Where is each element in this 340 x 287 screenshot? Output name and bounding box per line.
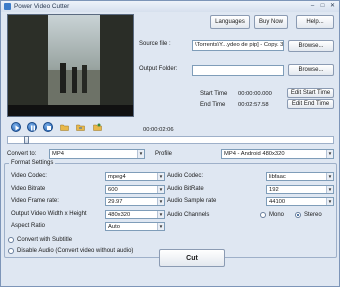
stereo-radio[interactable] xyxy=(295,212,301,218)
close-button[interactable]: ✕ xyxy=(328,2,337,10)
convert-to-select[interactable]: MP4 ▼ xyxy=(49,149,145,159)
audio-codec-value: libfaac xyxy=(269,174,286,180)
video-codec-value: mpeg4 xyxy=(108,174,126,180)
video-size-label: Output Video Width x Height xyxy=(11,211,87,217)
video-preview xyxy=(7,14,134,117)
aspect-ratio-label: Aspect Ratio xyxy=(11,223,46,229)
snapshot-button[interactable] xyxy=(93,123,102,131)
open-folder-button[interactable] xyxy=(60,123,69,131)
pause-button[interactable] xyxy=(27,122,37,132)
end-time-label: End Time xyxy=(200,102,226,108)
sample-rate-value: 44100 xyxy=(269,199,286,205)
stereo-label: Stereo xyxy=(304,212,322,218)
output-folder-label: Output Folder: xyxy=(139,66,178,72)
cut-button[interactable]: Cut xyxy=(159,249,225,267)
languages-button[interactable]: Languages xyxy=(210,15,250,29)
profile-select[interactable]: MP4 - Android 480x320 ▼ xyxy=(221,149,334,159)
sample-rate-select[interactable]: 44100 ▼ xyxy=(266,197,334,206)
aspect-ratio-value: Auto xyxy=(108,224,120,230)
chevron-down-icon: ▼ xyxy=(157,211,164,218)
playback-position: 00:00:02:06 xyxy=(143,127,174,133)
seek-thumb[interactable] xyxy=(24,136,29,144)
title-bar: Power Video Cutter – □ ✕ xyxy=(1,1,339,12)
tools-icon xyxy=(93,123,102,131)
app-icon xyxy=(4,3,11,10)
audio-codec-select[interactable]: libfaac ▼ xyxy=(266,172,334,181)
audio-codec-label: Audio Codec: xyxy=(167,173,204,179)
start-time-value: 00:00:00.000 xyxy=(238,91,272,97)
pause-icon xyxy=(31,125,35,131)
end-time-value: 00:02:57.58 xyxy=(238,102,269,108)
frame-rate-select[interactable]: 29.97 ▼ xyxy=(105,197,165,206)
disable-audio-checkbox[interactable] xyxy=(8,248,14,254)
audio-bitrate-value: 192 xyxy=(269,187,279,193)
convert-subtitle-checkbox[interactable] xyxy=(8,237,14,243)
window-title: Power Video Cutter xyxy=(14,3,70,10)
play-icon xyxy=(15,125,20,131)
audio-channels-label: Audio Channels xyxy=(167,212,210,218)
chevron-down-icon: ▼ xyxy=(137,150,144,158)
chevron-down-icon: ▼ xyxy=(326,173,333,180)
chevron-down-icon: ▼ xyxy=(326,186,333,193)
help-button[interactable]: Help... xyxy=(296,15,334,29)
source-file-label: Source file : xyxy=(139,41,171,47)
video-codec-label: Video Codec: xyxy=(11,173,47,179)
chevron-down-icon: ▼ xyxy=(157,186,164,193)
chevron-down-icon: ▼ xyxy=(157,173,164,180)
chevron-down-icon: ▼ xyxy=(326,198,333,205)
frame-rate-label: Video Frame rate: xyxy=(11,198,59,204)
edit-start-time-button[interactable]: Edit Start Time xyxy=(287,88,334,98)
chevron-down-icon: ▼ xyxy=(326,150,333,158)
seek-bar[interactable] xyxy=(7,136,334,144)
chevron-down-icon: ▼ xyxy=(157,223,164,230)
minimize-button[interactable]: – xyxy=(308,2,317,10)
video-codec-select[interactable]: mpeg4 ▼ xyxy=(105,172,165,181)
stop-icon xyxy=(47,126,51,130)
video-bitrate-label: Video Bitrate xyxy=(11,186,46,192)
frame-rate-value: 29.97 xyxy=(108,199,123,205)
profile-value: MP4 - Android 480x320 xyxy=(224,151,285,157)
chevron-down-icon: ▼ xyxy=(157,198,164,205)
video-size-value: 480x320 xyxy=(108,212,131,218)
maximize-button[interactable]: □ xyxy=(318,2,327,10)
play-button[interactable] xyxy=(11,122,21,132)
stop-button[interactable] xyxy=(43,122,53,132)
buy-now-button[interactable]: Buy Now xyxy=(254,15,288,29)
output-browse-button[interactable]: Browse... xyxy=(288,64,334,76)
folder-arrow-icon xyxy=(76,124,85,131)
output-folder-input[interactable] xyxy=(192,65,284,76)
format-settings-legend: Format Settings xyxy=(9,160,56,166)
mono-label: Mono xyxy=(269,212,285,218)
sample-rate-label: Audio Sample rate xyxy=(167,198,217,204)
app-window: Power Video Cutter – □ ✕ Languages Buy N… xyxy=(0,0,340,287)
source-browse-button[interactable]: Browse... xyxy=(288,40,334,52)
video-frame-image xyxy=(8,15,133,116)
mono-radio[interactable] xyxy=(260,212,266,218)
edit-end-time-button[interactable]: Edit End Time xyxy=(287,99,334,109)
convert-to-label: Convert to: xyxy=(7,151,37,157)
audio-bitrate-label: Audio BitRate xyxy=(167,186,204,192)
disable-audio-label: Disable Audio (Convert video without aud… xyxy=(17,248,134,254)
profile-label: Profile xyxy=(155,151,173,157)
video-bitrate-value: 600 xyxy=(108,187,118,193)
convert-to-value: MP4 xyxy=(52,151,64,157)
folder-icon xyxy=(60,124,69,131)
source-file-input[interactable]: \Torrents\Y...ydeo de pip] - Copy. 3gp xyxy=(192,40,284,51)
start-time-label: Start Time xyxy=(200,91,228,97)
save-folder-button[interactable] xyxy=(76,123,85,131)
convert-subtitle-label: Convert with Subtitle xyxy=(17,237,73,243)
audio-bitrate-select[interactable]: 192 ▼ xyxy=(266,185,334,194)
aspect-ratio-select[interactable]: Auto ▼ xyxy=(105,222,165,231)
video-size-select[interactable]: 480x320 ▼ xyxy=(105,210,165,219)
video-bitrate-select[interactable]: 600 ▼ xyxy=(105,185,165,194)
